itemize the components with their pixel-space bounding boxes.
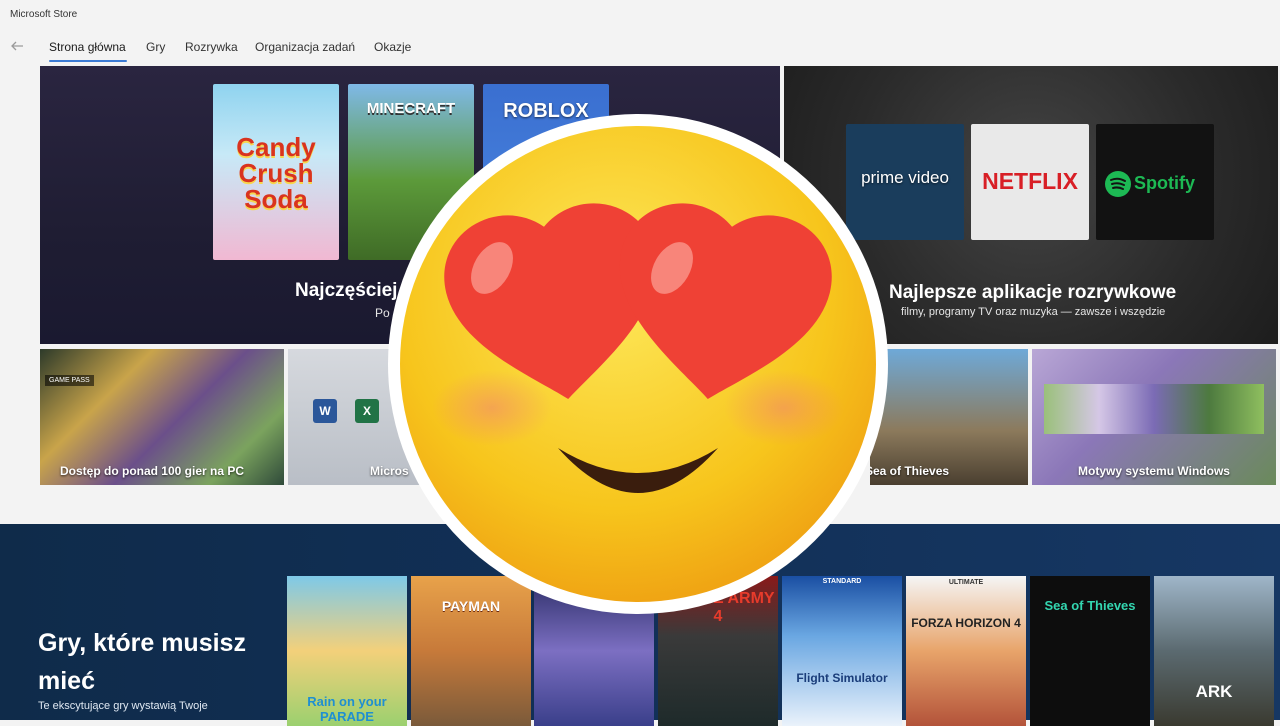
windows-themes-tile[interactable]: Motywy systemu Windows — [1032, 349, 1276, 485]
theme-previews — [1044, 384, 1264, 434]
tab-entertainment[interactable]: Rozrywka — [185, 40, 238, 54]
game-flight-label: Flight Simulator — [796, 671, 888, 685]
game-pass-badge: GAME PASS — [45, 375, 94, 386]
must-have-games-title: Gry, które musisz mieć — [38, 629, 246, 695]
game-pass-label: Dostęp do ponad 100 gier na PC — [59, 464, 245, 478]
must-have-games-subtitle: Te ekscytujące gry wystawią Twoje — [38, 700, 208, 712]
tab-deals[interactable]: Okazje — [374, 40, 411, 54]
game-forza-label: FORZA HORIZON 4 — [911, 616, 1021, 630]
windows-themes-label: Motywy systemu Windows — [1078, 464, 1230, 478]
netflix-logo: NETFLIX — [982, 168, 1078, 194]
back-arrow-icon[interactable] — [9, 38, 25, 54]
title-bar: Microsoft Store — [0, 0, 1280, 30]
window-title: Microsoft Store — [10, 9, 78, 20]
active-tab-indicator — [49, 60, 127, 62]
spotify-tile[interactable]: Spotify — [1096, 124, 1214, 240]
candy-crush-logo: Candy Crush Soda — [236, 132, 316, 214]
spotify-logo: Spotify — [1134, 173, 1195, 193]
hero-right-title: Najlepsze aplikacje rozrywkowe — [889, 282, 1177, 303]
heart-eyes-emoji — [388, 114, 888, 614]
game-sea-of-thieves[interactable]: Sea of Thieves — [1030, 576, 1150, 726]
tab-games[interactable]: Gry — [146, 40, 165, 54]
game-forza-horizon-4[interactable]: ULTIMATE FORZA HORIZON 4 — [906, 576, 1026, 726]
tab-home[interactable]: Strona główna — [49, 40, 126, 54]
word-icon: W — [313, 399, 337, 423]
game-sot-label: Sea of Thieves — [1044, 598, 1136, 613]
game-ark-label: ARK — [1195, 682, 1233, 701]
nav-bar: Strona główna Gry Rozrywka Organizacja z… — [0, 30, 1280, 66]
excel-icon: X — [355, 399, 379, 423]
game-ark[interactable]: ARK — [1154, 576, 1274, 726]
hero-right-subtitle: filmy, programy TV oraz muzyka — zawsze … — [901, 306, 1166, 318]
spotify-icon — [1105, 171, 1131, 197]
game-pass-tile[interactable]: GAME PASS Dostęp do ponad 100 gier na PC — [40, 349, 284, 485]
candy-crush-tile[interactable]: Candy Crush Soda — [213, 84, 339, 260]
netflix-tile[interactable]: NETFLIX — [971, 124, 1089, 240]
tab-productivity[interactable]: Organizacja zadań — [255, 40, 355, 54]
game-forza-top: ULTIMATE — [948, 579, 984, 586]
